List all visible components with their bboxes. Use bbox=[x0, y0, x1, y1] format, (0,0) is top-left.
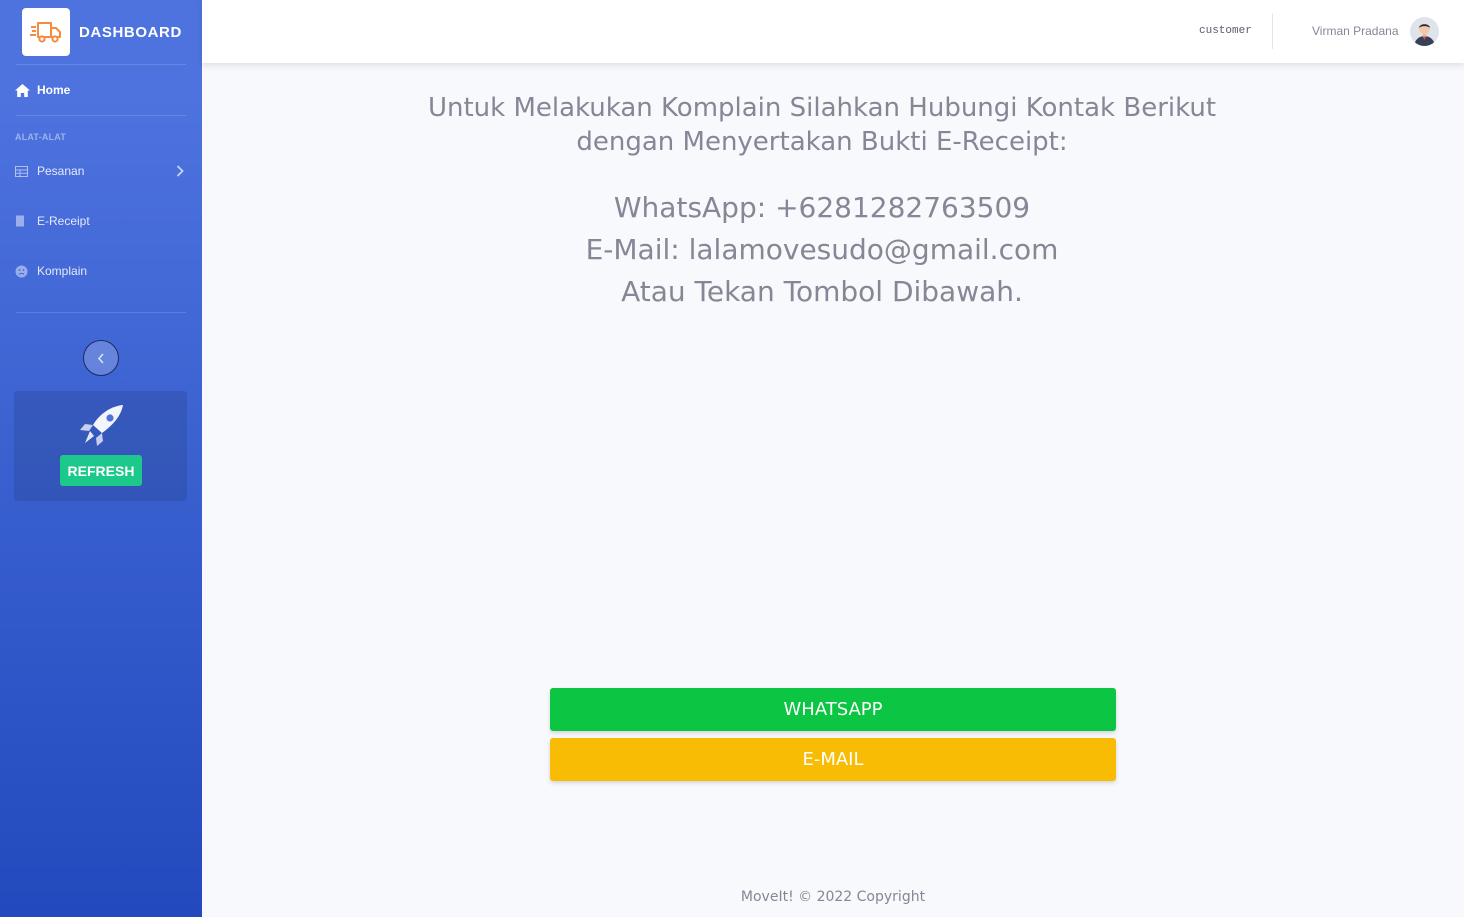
receipt-icon bbox=[15, 215, 31, 227]
whatsapp-contact: WhatsApp: +6281282763509 bbox=[613, 191, 1031, 224]
footer-copyright: MoveIt! © 2022 Copyright bbox=[740, 889, 926, 905]
truck-icon bbox=[22, 8, 70, 56]
sidebar-item-e-receipt[interactable]: E-Receipt bbox=[0, 196, 202, 246]
face-icon bbox=[15, 265, 31, 278]
chevron-left-icon bbox=[97, 352, 105, 364]
whatsapp-button[interactable]: WHATSAPP bbox=[550, 688, 1116, 731]
complaint-instruction-text: Untuk Melakukan Komplain Silahkan Hubung… bbox=[427, 93, 1217, 157]
button-hint: Atau Tekan Tombol Dibawah. bbox=[621, 275, 1023, 308]
sidebar-heading: ALAT-ALAT bbox=[15, 132, 66, 142]
sidebar-item-label: Pesanan bbox=[37, 164, 85, 178]
sidebar-item-label: Komplain bbox=[37, 264, 88, 278]
contact-info: WhatsApp: +6281282763509 E-Mail: lalamov… bbox=[202, 187, 1442, 313]
email-contact: E-Mail: lalamovesudo@gmail.com bbox=[585, 233, 1059, 266]
brand-title: DASHBOARD bbox=[79, 23, 182, 41]
sidebar-item-pesanan[interactable]: Pesanan bbox=[0, 146, 202, 196]
main-content: Untuk Melakukan Komplain Silahkan Hubung… bbox=[202, 63, 1464, 917]
sidebar-item-home[interactable]: Home bbox=[0, 65, 202, 115]
sidebar: DASHBOARD Home ALAT-ALAT Pesanan E-Recei… bbox=[0, 0, 202, 917]
email-button[interactable]: E-MAIL bbox=[550, 738, 1116, 781]
user-name[interactable]: Virman Pradana bbox=[1312, 24, 1399, 38]
sidebar-item-komplain[interactable]: Komplain bbox=[0, 246, 202, 296]
topbar-divider bbox=[1272, 13, 1273, 49]
sidebar-toggle-button[interactable] bbox=[83, 340, 119, 376]
sidebar-divider bbox=[16, 312, 186, 313]
topbar: customer Virman Pradana bbox=[202, 0, 1464, 63]
sidebar-item-label: E-Receipt bbox=[37, 214, 90, 228]
complaint-instruction: Untuk Melakukan Komplain Silahkan Hubung… bbox=[202, 91, 1442, 159]
user-role-label: customer bbox=[1199, 25, 1252, 37]
avatar[interactable] bbox=[1410, 17, 1439, 46]
sidebar-item-label: Home bbox=[37, 83, 71, 97]
refresh-button[interactable]: REFRESH bbox=[60, 455, 142, 486]
chevron-right-icon bbox=[176, 165, 184, 177]
sidebar-promo-card: REFRESH bbox=[14, 391, 187, 501]
table-icon bbox=[15, 165, 31, 177]
home-icon bbox=[15, 83, 31, 97]
rocket-icon bbox=[76, 403, 126, 452]
sidebar-brand[interactable]: DASHBOARD bbox=[0, 0, 202, 64]
